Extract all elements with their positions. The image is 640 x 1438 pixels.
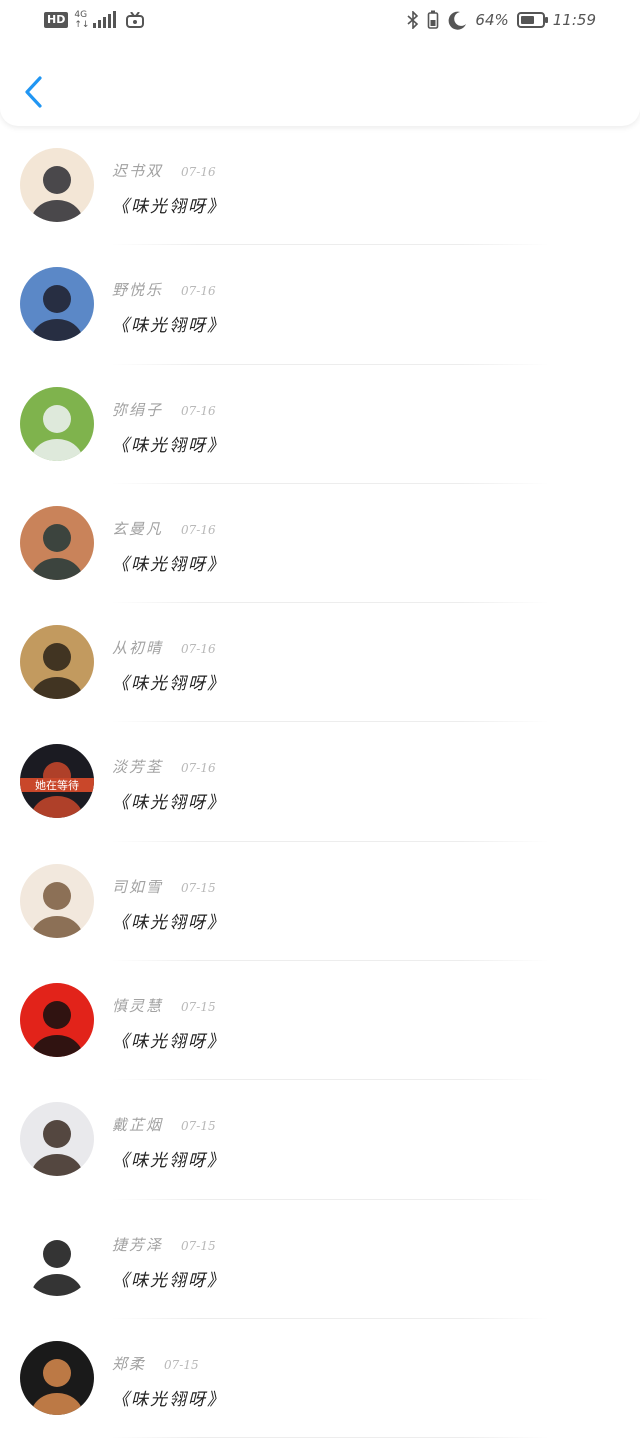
contact-date: 07-16 [181, 165, 216, 179]
name-row: 慎灵慧 07-15 [112, 995, 216, 1016]
avatar[interactable] [20, 983, 94, 1058]
battery-percent: 64% [475, 11, 509, 29]
contact-date: 07-15 [181, 1000, 216, 1015]
contact-name: 戴芷烟 [112, 1116, 164, 1135]
contact-list-item[interactable]: 她在等待 淡芳荃 07-16 《味光翎呀》 [0, 722, 640, 842]
contact-date: 07-15 [181, 880, 216, 895]
name-row: 野悦乐 07-16 [112, 279, 216, 300]
contact-date: 07-16 [181, 284, 216, 299]
contact-date: 07-16 [181, 642, 216, 657]
signal-icon [93, 11, 117, 28]
contact-date: 07-15 [181, 1238, 216, 1253]
contact-name: 玄曼凡 [112, 519, 164, 538]
moon-icon [449, 11, 467, 30]
message-preview: 《味光翎呀》 [112, 793, 226, 814]
avatar[interactable] [20, 505, 94, 580]
chevron-left-icon [25, 76, 42, 108]
contact-list-item[interactable]: 迟书双 07-16 《味光翎呀》 [0, 126, 640, 246]
avatar[interactable] [20, 625, 94, 700]
message-preview: 《味光翎呀》 [112, 1270, 226, 1291]
contact-name: 捷芳泽 [112, 1235, 164, 1254]
message-preview: 《味光翎呀》 [112, 435, 226, 456]
bluetooth-icon [407, 11, 419, 29]
name-row: 迟书双 07-16 [112, 160, 216, 181]
contact-name: 野悦乐 [112, 281, 164, 300]
contact-name: 从初晴 [112, 639, 164, 658]
message-preview: 《味光翎呀》 [112, 1389, 226, 1410]
name-row: 淡芳荃 07-16 [112, 756, 216, 777]
contact-date: 07-16 [181, 522, 216, 537]
contact-date: 07-15 [181, 1119, 216, 1134]
avatar[interactable] [20, 386, 94, 461]
tv-icon [126, 12, 145, 28]
network-type: 4G ↑↓ [74, 10, 90, 30]
contact-list-item[interactable]: 从初晴 07-16 《味光翎呀》 [0, 603, 640, 723]
contact-list-item[interactable]: 野悦乐 07-16 《味光翎呀》 [0, 245, 640, 365]
contact-list-item[interactable]: 司如雪 07-15 《味光翎呀》 [0, 842, 640, 962]
avatar[interactable] [20, 1102, 94, 1177]
contact-name: 司如雪 [112, 877, 164, 896]
message-preview: 《味光翎呀》 [112, 912, 226, 933]
message-preview: 《味光翎呀》 [112, 316, 226, 337]
contact-name: 郑柔 [112, 1354, 147, 1373]
avatar[interactable] [20, 1221, 94, 1296]
contact-list-item[interactable]: 慎灵慧 07-15 《味光翎呀》 [0, 961, 640, 1081]
battery-icon [516, 12, 548, 28]
contact-date: 07-15 [164, 1357, 199, 1372]
contact-list-item[interactable]: 戴芷烟 07-15 《味光翎呀》 [0, 1080, 640, 1200]
name-row: 司如雪 07-15 [112, 876, 216, 897]
status-bar-right: 64% 11:59 [407, 10, 596, 30]
contact-date: 07-16 [181, 761, 216, 776]
message-preview: 《味光翎呀》 [112, 197, 226, 217]
hd-icon: HD [44, 12, 69, 28]
contact-name: 慎灵慧 [112, 997, 164, 1016]
name-row: 捷芳泽 07-15 [112, 1234, 216, 1255]
status-bar: HD 4G ↑↓ 64% 11:59 [0, 0, 640, 44]
name-row: 从初晴 07-16 [112, 637, 216, 658]
message-preview: 《味光翎呀》 [112, 674, 226, 695]
avatar[interactable] [20, 1340, 94, 1415]
contact-list: 迟书双 07-16 《味光翎呀》 野悦乐 07-16 《味光翎呀》 弥绢子 07… [0, 126, 640, 1438]
avatar[interactable] [20, 267, 94, 342]
name-row: 玄曼凡 07-16 [112, 518, 216, 539]
avatar[interactable] [20, 148, 94, 222]
clock-time: 11:59 [552, 11, 596, 29]
back-button[interactable] [16, 70, 56, 114]
contact-list-item[interactable]: 捷芳泽 07-15 《味光翎呀》 [0, 1200, 640, 1319]
name-row: 郑柔 07-15 [112, 1353, 199, 1374]
contact-name: 弥绢子 [112, 400, 164, 419]
contact-list-item[interactable]: 弥绢子 07-16 《味光翎呀》 [0, 365, 640, 484]
avatar-caption: 她在等待 [35, 778, 79, 792]
message-preview: 《味光翎呀》 [112, 1032, 226, 1053]
avatar[interactable] [20, 863, 94, 938]
message-preview: 《味光翎呀》 [112, 554, 226, 575]
app-header: HD 4G ↑↓ 64% 11:59 [0, 0, 640, 126]
name-row: 戴芷烟 07-15 [112, 1114, 216, 1135]
contact-name: 迟书双 [112, 162, 164, 180]
vibrate-icon [428, 10, 439, 29]
contact-list-item[interactable]: 玄曼凡 07-16 《味光翎呀》 [0, 484, 640, 604]
avatar[interactable]: 她在等待 [20, 744, 94, 819]
contact-date: 07-16 [181, 403, 216, 418]
status-bar-left: HD 4G ↑↓ [44, 10, 145, 30]
message-preview: 《味光翎呀》 [112, 1151, 226, 1172]
contact-name: 淡芳荃 [112, 758, 164, 777]
name-row: 弥绢子 07-16 [112, 399, 216, 420]
contact-list-item[interactable]: 郑柔 07-15 《味光翎呀》 [0, 1319, 640, 1438]
